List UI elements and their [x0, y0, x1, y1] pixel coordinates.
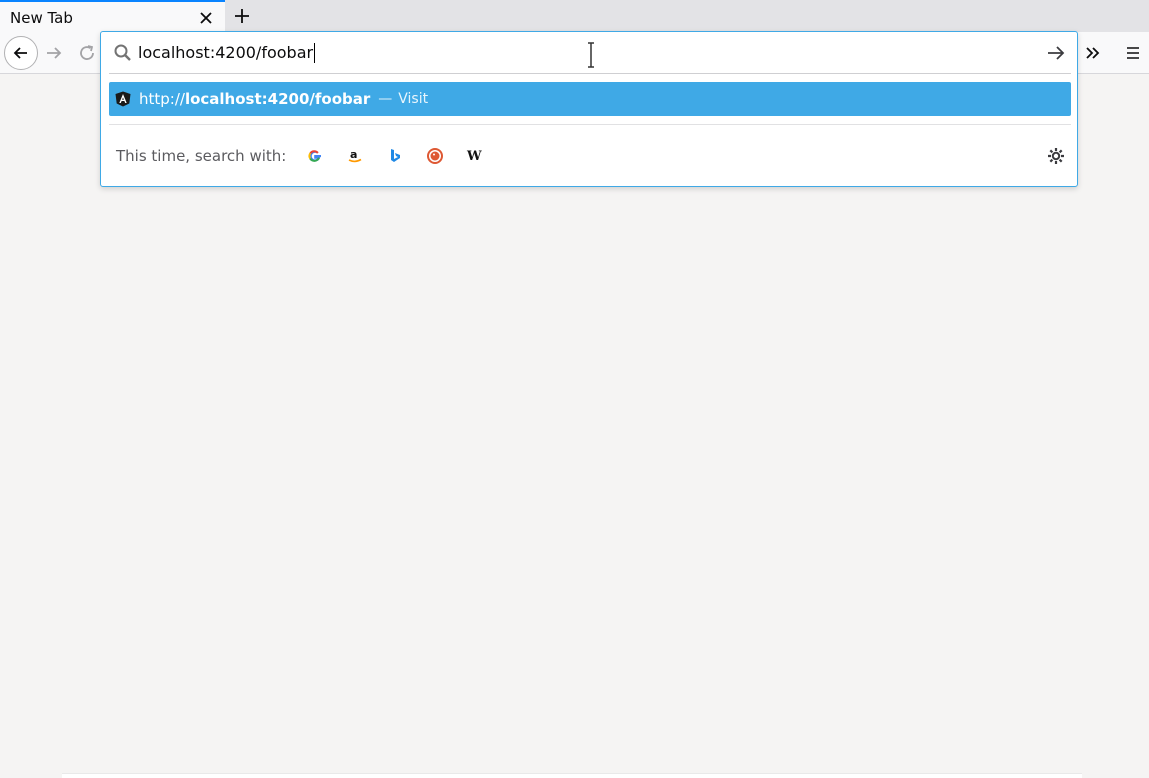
- urlbar-popup: localhost:4200/foobar http://localhost:4…: [100, 31, 1078, 187]
- arrow-left-icon: [13, 47, 27, 59]
- urlbar-input[interactable]: localhost:4200/foobar: [109, 32, 1071, 74]
- google-icon[interactable]: [302, 143, 328, 169]
- urlbar-text[interactable]: localhost:4200/foobar: [138, 43, 313, 62]
- reload-icon: [80, 45, 94, 60]
- gear-icon[interactable]: [1045, 145, 1067, 167]
- one-off-search-row: This time, search with: a W: [109, 138, 1071, 174]
- result-separator: —: [378, 91, 393, 107]
- autocomplete-result-row[interactable]: http://localhost:4200/foobar — Visit: [109, 82, 1071, 116]
- wikipedia-icon[interactable]: W: [462, 143, 488, 169]
- angular-icon: [115, 91, 131, 107]
- text-caret: [314, 42, 316, 63]
- reload-button[interactable]: [76, 41, 98, 65]
- close-icon[interactable]: [197, 9, 215, 27]
- tab-new-tab[interactable]: New Tab: [0, 0, 225, 33]
- plus-icon: [235, 9, 249, 23]
- amazon-icon[interactable]: a: [342, 143, 368, 169]
- new-tab-button[interactable]: [229, 4, 255, 28]
- overflow-button[interactable]: [1081, 41, 1105, 65]
- menu-button[interactable]: [1121, 41, 1145, 65]
- go-button[interactable]: [1045, 42, 1067, 64]
- page-content-bottom: [62, 773, 1082, 778]
- result-url: http://localhost:4200/foobar: [139, 90, 370, 108]
- result-url-host: localhost:4200/foobar: [184, 90, 371, 108]
- svg-text:W: W: [466, 149, 482, 164]
- tab-title: New Tab: [10, 8, 73, 27]
- result-action: Visit: [398, 91, 429, 107]
- svg-text:a: a: [350, 148, 357, 161]
- forward-button[interactable]: [42, 41, 66, 65]
- back-button[interactable]: [4, 36, 38, 70]
- duckduckgo-icon[interactable]: [422, 143, 448, 169]
- result-url-prefix: http://: [139, 90, 185, 108]
- chevron-double-right-icon: [1086, 47, 1100, 59]
- hamburger-menu-icon: [1127, 47, 1139, 59]
- search-icon: [114, 44, 131, 61]
- ibeam-cursor-icon: [588, 42, 594, 68]
- arrow-right-icon: [47, 47, 62, 59]
- divider: [109, 124, 1071, 125]
- tab-strip: New Tab: [0, 0, 1149, 33]
- one-off-label: This time, search with:: [116, 147, 287, 165]
- bing-icon[interactable]: [382, 143, 408, 169]
